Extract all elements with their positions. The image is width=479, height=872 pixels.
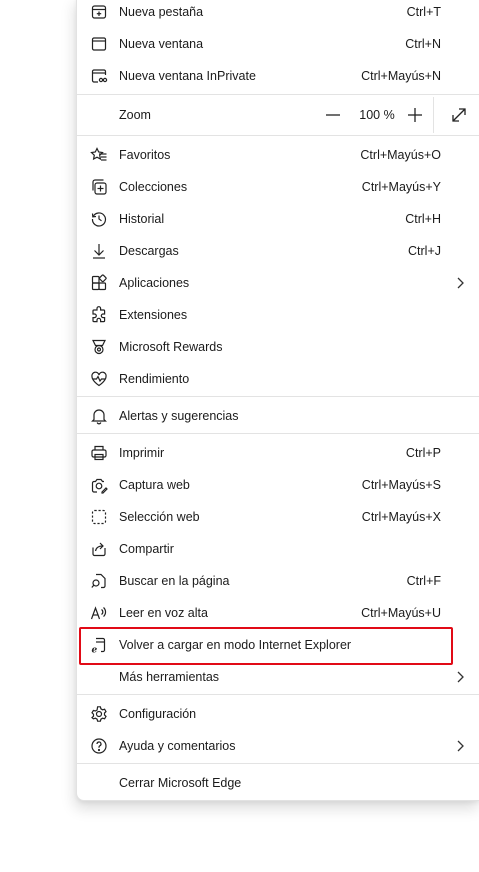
- menu-separator: [77, 396, 479, 397]
- menu-item-more-tools[interactable]: Más herramientas: [77, 661, 479, 693]
- new-tab-icon: [89, 2, 109, 22]
- zoom-in-icon[interactable]: [405, 105, 425, 125]
- menu-item-history[interactable]: Historial Ctrl+H: [77, 203, 479, 235]
- menu-item-label: Colecciones: [119, 180, 188, 194]
- chevron-right-icon: [455, 276, 465, 290]
- menu-item-new-tab[interactable]: Nueva pestaña Ctrl+T: [77, 0, 479, 28]
- menu-item-label: Descargas: [119, 244, 179, 258]
- menu-item-shortcut: Ctrl+F: [406, 574, 441, 588]
- fullscreen-icon[interactable]: [449, 105, 469, 125]
- menu-item-label: Leer en voz alta: [119, 606, 208, 620]
- menu-item-shortcut: Ctrl+T: [406, 5, 441, 19]
- menu-item-shortcut: Ctrl+Mayús+X: [361, 510, 441, 524]
- menu-item-new-window[interactable]: Nueva ventana Ctrl+N: [77, 28, 479, 60]
- menu-item-shortcut: Ctrl+J: [408, 244, 441, 258]
- browser-settings-menu: Nueva pestaña Ctrl+T Nueva ventana Ctrl+…: [76, 0, 479, 801]
- menu-item-apps[interactable]: Aplicaciones: [77, 267, 479, 299]
- menu-item-favorites[interactable]: Favoritos Ctrl+Mayús+O: [77, 139, 479, 171]
- inprivate-window-icon: [89, 66, 109, 86]
- menu-item-label: Nueva ventana InPrivate: [119, 69, 256, 83]
- apps-icon: [89, 273, 109, 293]
- menu-item-shortcut: Ctrl+N: [405, 37, 441, 51]
- menu-item-label: Captura web: [119, 478, 190, 492]
- menu-item-shortcut: Ctrl+Mayús+Y: [361, 180, 441, 194]
- rewards-icon: [89, 337, 109, 357]
- menu-item-shortcut: Ctrl+Mayús+U: [361, 606, 441, 620]
- zoom-value: 100 %: [359, 108, 395, 122]
- web-capture-icon: [89, 475, 109, 495]
- menu-item-label: Microsoft Rewards: [119, 340, 223, 354]
- zoom-label: Zoom: [119, 108, 151, 122]
- menu-item-close-edge[interactable]: Cerrar Microsoft Edge: [77, 767, 479, 799]
- chevron-right-icon: [455, 739, 465, 753]
- zoom-out-icon[interactable]: [323, 105, 343, 125]
- extensions-icon: [89, 305, 109, 325]
- menu-item-label: Extensiones: [119, 308, 188, 322]
- menu-item-collections[interactable]: Colecciones Ctrl+Mayús+Y: [77, 171, 479, 203]
- menu-item-web-capture[interactable]: Captura web Ctrl+Mayús+S: [77, 469, 479, 501]
- menu-item-shortcut: Ctrl+H: [405, 212, 441, 226]
- zoom-row: Zoom 100 %: [77, 95, 479, 135]
- menu-item-label: Rendimiento: [119, 372, 190, 386]
- menu-item-new-inprivate-window[interactable]: Nueva ventana InPrivate Ctrl+Mayús+N: [77, 60, 479, 92]
- zoom-divider: [433, 97, 434, 133]
- menu-separator: [77, 433, 479, 434]
- menu-item-share[interactable]: Compartir: [77, 533, 479, 565]
- menu-item-help-feedback[interactable]: Ayuda y comentarios: [77, 730, 479, 762]
- menu-item-label: Más herramientas: [119, 670, 220, 684]
- read-aloud-icon: [89, 603, 109, 623]
- bell-icon: [89, 406, 109, 426]
- menu-item-label: Nueva pestaña: [119, 5, 204, 19]
- settings-icon: [89, 704, 109, 724]
- menu-item-read-aloud[interactable]: Leer en voz alta Ctrl+Mayús+U: [77, 597, 479, 629]
- new-window-icon: [89, 34, 109, 54]
- menu-item-shortcut: Ctrl+P: [405, 446, 441, 460]
- menu-item-performance[interactable]: Rendimiento: [77, 363, 479, 395]
- menu-item-alerts[interactable]: Alertas y sugerencias: [77, 400, 479, 432]
- menu-separator: [77, 763, 479, 764]
- collections-icon: [89, 177, 109, 197]
- menu-item-label: Selección web: [119, 510, 200, 524]
- menu-item-shortcut: Ctrl+Mayús+S: [361, 478, 441, 492]
- menu-item-label: Ayuda y comentarios: [119, 739, 236, 753]
- share-icon: [89, 539, 109, 559]
- menu-item-print[interactable]: Imprimir Ctrl+P: [77, 437, 479, 469]
- favorites-icon: [89, 145, 109, 165]
- menu-separator: [77, 694, 479, 695]
- find-in-page-icon: [89, 571, 109, 591]
- menu-item-shortcut: Ctrl+Mayús+N: [361, 69, 441, 83]
- menu-item-find-in-page[interactable]: Buscar en la página Ctrl+F: [77, 565, 479, 597]
- highlight-box: [79, 627, 453, 665]
- help-icon: [89, 736, 109, 756]
- menu-item-label: Favoritos: [119, 148, 171, 162]
- menu-item-downloads[interactable]: Descargas Ctrl+J: [77, 235, 479, 267]
- menu-item-label: Compartir: [119, 542, 174, 556]
- menu-item-label: Cerrar Microsoft Edge: [119, 776, 242, 790]
- menu-item-microsoft-rewards[interactable]: Microsoft Rewards: [77, 331, 479, 363]
- print-icon: [89, 443, 109, 463]
- performance-icon: [89, 369, 109, 389]
- menu-item-label: Aplicaciones: [119, 276, 190, 290]
- menu-item-web-select[interactable]: Selección web Ctrl+Mayús+X: [77, 501, 479, 533]
- menu-item-label: Imprimir: [119, 446, 165, 460]
- menu-separator: [77, 135, 479, 136]
- menu-item-label: Buscar en la página: [119, 574, 230, 588]
- menu-item-extensions[interactable]: Extensiones: [77, 299, 479, 331]
- menu-item-label: Historial: [119, 212, 165, 226]
- menu-item-shortcut: Ctrl+Mayús+O: [360, 148, 441, 162]
- web-select-icon: [89, 507, 109, 527]
- menu-item-label: Nueva ventana: [119, 37, 204, 51]
- downloads-icon: [89, 241, 109, 261]
- history-icon: [89, 209, 109, 229]
- menu-item-label: Configuración: [119, 707, 197, 721]
- chevron-right-icon: [455, 670, 465, 684]
- menu-item-settings[interactable]: Configuración: [77, 698, 479, 730]
- menu-item-label: Alertas y sugerencias: [119, 409, 239, 423]
